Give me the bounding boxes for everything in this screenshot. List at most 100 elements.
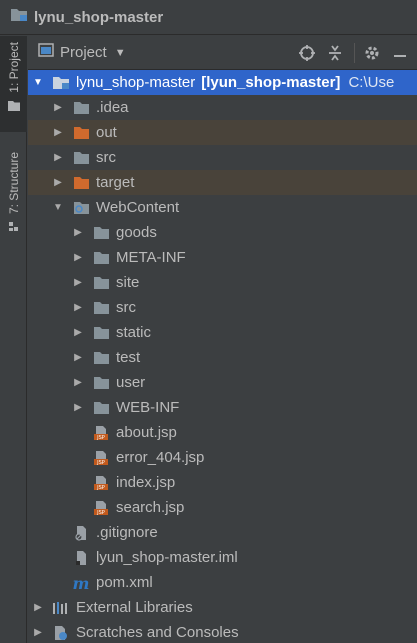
svg-text:JSP: JSP bbox=[96, 510, 105, 516]
project-view-icon bbox=[38, 43, 54, 62]
project-tab-label: 1: Project bbox=[6, 42, 21, 93]
project-tree: ▼ lynu_shop-master [lyun_shop-master] C:… bbox=[28, 70, 417, 643]
folder-icon bbox=[72, 100, 90, 116]
tree-item-about-jsp[interactable]: JSP about.jsp bbox=[28, 420, 417, 445]
structure-icon bbox=[8, 220, 20, 238]
maven-file-icon: m bbox=[72, 575, 90, 591]
folder-icon bbox=[92, 375, 110, 391]
collapse-all-icon[interactable] bbox=[324, 42, 346, 64]
item-label: .gitignore bbox=[96, 524, 158, 541]
chevron-right-icon[interactable]: ▶ bbox=[52, 152, 64, 163]
item-label: lyun_shop-master.iml bbox=[96, 549, 238, 566]
panel-title[interactable]: Project bbox=[60, 44, 107, 61]
tree-item-scratches[interactable]: ▶ Scratches and Consoles bbox=[28, 620, 417, 643]
chevron-down-icon[interactable]: ▼ bbox=[52, 202, 64, 213]
item-label: src bbox=[116, 299, 136, 316]
svg-text:JSP: JSP bbox=[96, 460, 105, 466]
project-tool-tab[interactable]: 1: Project bbox=[0, 36, 27, 132]
item-label: index.jsp bbox=[116, 474, 176, 491]
scratches-icon bbox=[52, 625, 70, 641]
folder-icon bbox=[72, 150, 90, 166]
tree-item-src[interactable]: ▶ src bbox=[28, 145, 417, 170]
folder-icon bbox=[92, 400, 110, 416]
item-label: Scratches and Consoles bbox=[76, 624, 239, 641]
item-label: about.jsp bbox=[116, 424, 177, 441]
chevron-right-icon[interactable]: ▶ bbox=[32, 602, 44, 613]
folder-icon bbox=[92, 300, 110, 316]
tree-item-user[interactable]: ▶ user bbox=[28, 370, 417, 395]
item-label: site bbox=[116, 274, 140, 291]
item-label: error_404.jsp bbox=[116, 449, 205, 466]
svg-text:JSP: JSP bbox=[96, 435, 105, 441]
jsp-file-icon: JSP bbox=[92, 475, 110, 491]
item-label: goods bbox=[116, 224, 157, 241]
chevron-right-icon[interactable]: ▶ bbox=[52, 102, 64, 113]
structure-tool-tab[interactable]: 7: Structure bbox=[0, 146, 27, 256]
folder-icon bbox=[92, 250, 110, 266]
tree-item-out[interactable]: ▶ out bbox=[28, 120, 417, 145]
tree-item-idea[interactable]: ▶ .idea bbox=[28, 95, 417, 120]
tree-item-external-libraries[interactable]: ▶ External Libraries bbox=[28, 595, 417, 620]
tree-root-row[interactable]: ▼ lynu_shop-master [lyun_shop-master] C:… bbox=[28, 70, 417, 95]
item-label: out bbox=[96, 124, 117, 141]
module-folder-icon bbox=[52, 75, 70, 91]
item-label: search.jsp bbox=[116, 499, 185, 516]
chevron-right-icon[interactable]: ▶ bbox=[72, 252, 84, 263]
chevron-down-icon[interactable]: ▼ bbox=[32, 77, 44, 88]
root-module: [lyun_shop-master] bbox=[201, 74, 341, 91]
item-label: META-INF bbox=[116, 249, 186, 266]
chevron-right-icon[interactable]: ▶ bbox=[72, 352, 84, 363]
chevron-right-icon[interactable]: ▶ bbox=[52, 127, 64, 138]
root-path: C:\Use bbox=[348, 74, 395, 91]
tree-item-webcontent[interactable]: ▼ WebContent bbox=[28, 195, 417, 220]
hide-icon[interactable] bbox=[389, 42, 411, 64]
project-folder-icon bbox=[10, 7, 28, 27]
item-label: pom.xml bbox=[96, 574, 153, 591]
jsp-file-icon: JSP bbox=[92, 425, 110, 441]
tree-item-web-inf[interactable]: ▶ WEB-INF bbox=[28, 395, 417, 420]
tree-item-meta-inf[interactable]: ▶ META-INF bbox=[28, 245, 417, 270]
tree-item-error-jsp[interactable]: JSP error_404.jsp bbox=[28, 445, 417, 470]
chevron-right-icon[interactable]: ▶ bbox=[72, 227, 84, 238]
tree-item-test[interactable]: ▶ test bbox=[28, 345, 417, 370]
chevron-right-icon[interactable]: ▶ bbox=[72, 277, 84, 288]
item-label: .idea bbox=[96, 99, 129, 116]
folder-icon bbox=[92, 350, 110, 366]
gear-icon[interactable] bbox=[361, 42, 383, 64]
title-bar: lynu_shop-master bbox=[0, 0, 417, 35]
chevron-right-icon[interactable]: ▶ bbox=[52, 177, 64, 188]
window-title: lynu_shop-master bbox=[34, 8, 164, 26]
toolbar-divider bbox=[354, 42, 355, 63]
tree-item-target[interactable]: ▶ target bbox=[28, 170, 417, 195]
tree-item-search-jsp[interactable]: JSP search.jsp bbox=[28, 495, 417, 520]
chevron-right-icon[interactable]: ▶ bbox=[72, 327, 84, 338]
item-label: WEB-INF bbox=[116, 399, 180, 416]
folder-icon bbox=[92, 225, 110, 241]
tree-item-static[interactable]: ▶ static bbox=[28, 320, 417, 345]
jsp-file-icon: JSP bbox=[92, 500, 110, 516]
tree-item-wc-src[interactable]: ▶ src bbox=[28, 295, 417, 320]
chevron-right-icon[interactable]: ▶ bbox=[72, 302, 84, 313]
folder-icon bbox=[92, 275, 110, 291]
web-folder-icon bbox=[72, 200, 90, 216]
chevron-right-icon[interactable]: ▶ bbox=[72, 377, 84, 388]
tree-item-iml[interactable]: lyun_shop-master.iml bbox=[28, 545, 417, 570]
view-dropdown-icon[interactable]: ▼ bbox=[115, 47, 126, 59]
tree-item-gitignore[interactable]: .gitignore bbox=[28, 520, 417, 545]
tree-item-index-jsp[interactable]: JSP index.jsp bbox=[28, 470, 417, 495]
tree-item-site[interactable]: ▶ site bbox=[28, 270, 417, 295]
tree-item-goods[interactable]: ▶ goods bbox=[28, 220, 417, 245]
tool-window-strip: 1: Project 7: Structure bbox=[0, 36, 27, 643]
locate-icon[interactable] bbox=[296, 42, 318, 64]
item-label: user bbox=[116, 374, 146, 391]
jsp-file-icon: JSP bbox=[92, 450, 110, 466]
structure-tab-label: 7: Structure bbox=[6, 152, 21, 215]
tree-item-pom[interactable]: m pom.xml bbox=[28, 570, 417, 595]
chevron-right-icon[interactable]: ▶ bbox=[72, 402, 84, 413]
item-label: target bbox=[96, 174, 135, 191]
svg-text:m: m bbox=[73, 575, 90, 591]
item-label: src bbox=[96, 149, 116, 166]
project-panel: Project ▼ ▼ lynu_shop-master [lyun_shop-… bbox=[28, 36, 417, 643]
gitignore-file-icon bbox=[72, 525, 90, 541]
chevron-right-icon[interactable]: ▶ bbox=[32, 627, 44, 638]
